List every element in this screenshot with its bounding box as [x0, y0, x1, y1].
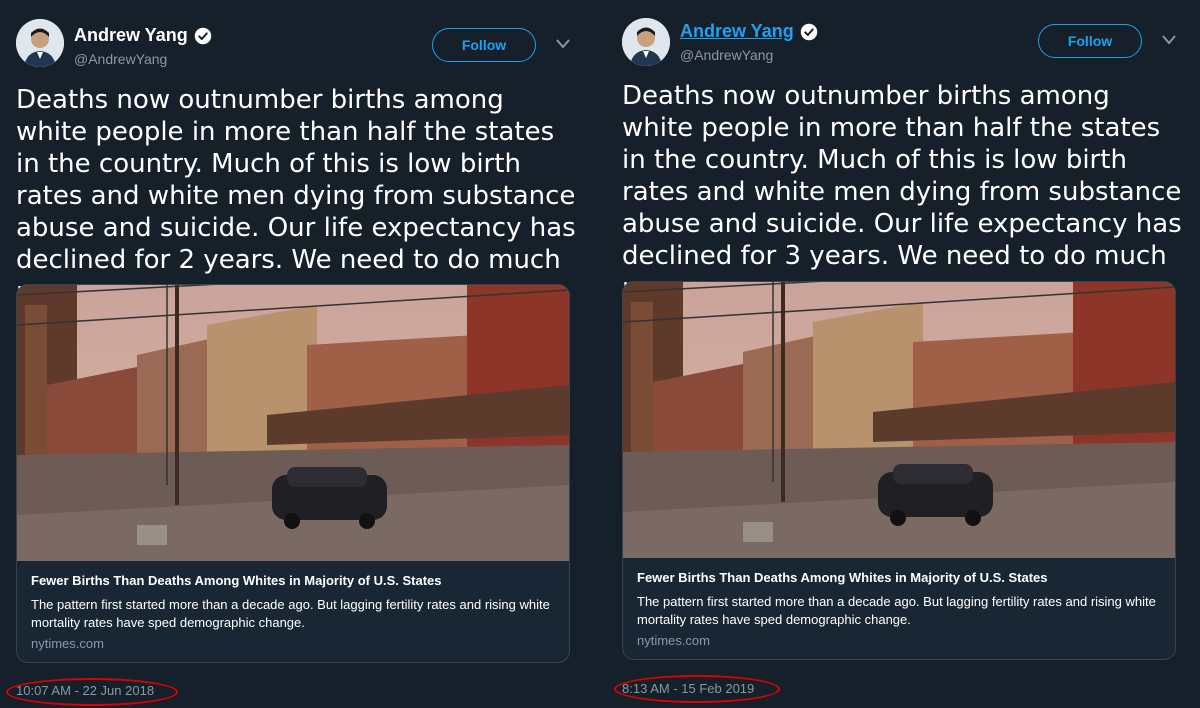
- author-handle[interactable]: @AndrewYang: [680, 47, 773, 63]
- follow-button[interactable]: Follow: [1038, 24, 1142, 58]
- link-card[interactable]: Fewer Births Than Deaths Among Whites in…: [622, 281, 1176, 660]
- chevron-down-icon[interactable]: [1162, 35, 1176, 45]
- highlight-ring: [614, 675, 780, 703]
- chevron-down-icon[interactable]: [556, 39, 570, 49]
- tweet-text: Deaths now outnumber births among white …: [622, 81, 1182, 303]
- author-name[interactable]: Andrew Yang: [74, 25, 212, 46]
- verified-badge-icon: [194, 27, 211, 44]
- author-name[interactable]: Andrew Yang: [680, 21, 818, 42]
- card-description: The pattern first started more than a de…: [637, 594, 1156, 627]
- card-domain: nytimes.com: [637, 633, 710, 648]
- author-handle[interactable]: @AndrewYang: [74, 51, 167, 67]
- verified-badge-icon: [800, 23, 817, 40]
- author-name-text[interactable]: Andrew Yang: [680, 21, 794, 42]
- follow-button[interactable]: Follow: [432, 28, 536, 62]
- card-image: [17, 285, 569, 561]
- card-domain: nytimes.com: [31, 636, 104, 651]
- card-image: [623, 282, 1175, 558]
- highlight-ring: [6, 678, 178, 706]
- tweet-text: Deaths now outnumber births among white …: [16, 85, 576, 307]
- link-card[interactable]: Fewer Births Than Deaths Among Whites in…: [16, 284, 570, 663]
- card-title[interactable]: Fewer Births Than Deaths Among Whites in…: [637, 570, 1048, 585]
- avatar[interactable]: [622, 18, 670, 66]
- author-name-text[interactable]: Andrew Yang: [74, 25, 188, 46]
- tweet-left: Andrew Yang @AndrewYang Follow Deaths no…: [0, 0, 580, 708]
- avatar[interactable]: [16, 19, 64, 67]
- card-title[interactable]: Fewer Births Than Deaths Among Whites in…: [31, 573, 442, 588]
- card-description: The pattern first started more than a de…: [31, 597, 550, 630]
- tweet-right: Andrew Yang @AndrewYang Follow Deaths no…: [606, 0, 1186, 708]
